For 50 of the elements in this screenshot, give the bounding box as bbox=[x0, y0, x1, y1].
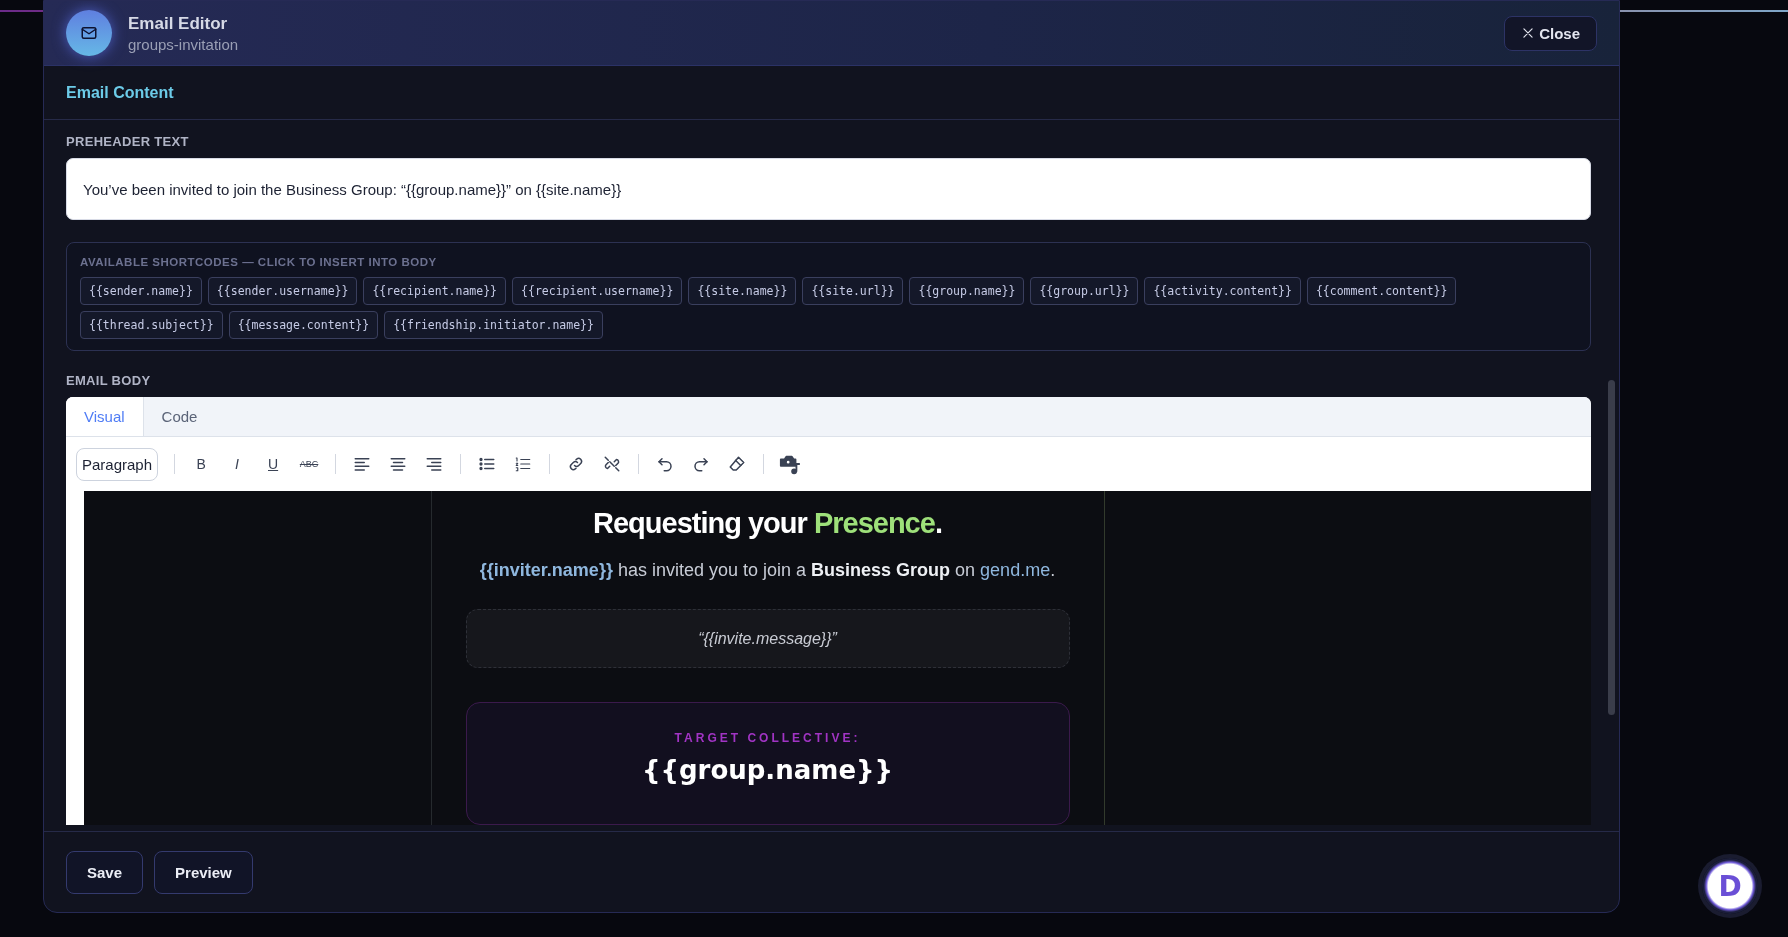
shortcode-chip[interactable]: {{sender.name}} bbox=[80, 277, 202, 305]
shortcodes-title: AVAILABLE SHORTCODES — CLICK TO INSERT INTO BODY bbox=[80, 256, 438, 268]
invite-message-box: “{{invite.message}}” bbox=[465, 609, 1070, 669]
align-right-icon bbox=[425, 455, 444, 473]
underline-button[interactable]: U bbox=[257, 448, 290, 480]
footer-button[interactable]: Preview bbox=[154, 850, 253, 894]
preheader-input[interactable]: You’ve been invited to join the Business Group: “{{group.name}}” on {{site.name}} bbox=[66, 158, 1591, 220]
shortcode-chip[interactable]: {{thread.subject}} bbox=[80, 311, 223, 339]
site-link[interactable]: gend.me bbox=[980, 560, 1051, 580]
target-label: TARGET COLLECTIVE: bbox=[674, 731, 861, 746]
field-label: PREHEADER TEXT bbox=[66, 134, 190, 149]
close-icon bbox=[1521, 26, 1536, 40]
shortcode-chip[interactable]: {{message.content}} bbox=[228, 311, 379, 339]
shortcode-chip[interactable]: {{site.url}} bbox=[802, 277, 904, 305]
shortcode-chip[interactable]: {{comment.content}} bbox=[1306, 277, 1457, 305]
strike-button[interactable]: ABC bbox=[293, 448, 326, 480]
italic-button[interactable]: I bbox=[221, 448, 254, 480]
field-label: EMAIL BODY bbox=[66, 373, 152, 388]
align-center-icon bbox=[389, 455, 408, 473]
email-heading: Requesting your Presence. bbox=[593, 507, 942, 540]
footer-button[interactable]: Save bbox=[66, 850, 144, 894]
shortcode-chip[interactable]: {{group.name}} bbox=[909, 277, 1025, 305]
block-format-dropdown[interactable]: Paragraph bbox=[76, 447, 159, 481]
numbered-list-icon bbox=[514, 455, 533, 473]
dialog-title: Email Editor bbox=[128, 13, 229, 34]
camera-music-icon bbox=[779, 453, 802, 475]
shortcode-chip[interactable]: {{recipient.name}} bbox=[363, 277, 507, 305]
close-button[interactable]: Close bbox=[1504, 15, 1597, 51]
unlink-icon bbox=[603, 455, 622, 473]
group-name: {{group.name}} bbox=[641, 755, 894, 786]
bullet-list-icon bbox=[478, 455, 497, 473]
redo-icon bbox=[692, 455, 711, 473]
assistant-badge[interactable]: D bbox=[1702, 858, 1758, 914]
editor-tab[interactable]: Code bbox=[143, 397, 216, 436]
shortcode-chip[interactable]: {{group.url}} bbox=[1030, 277, 1139, 305]
shortcode-chip[interactable]: {{recipient.username}} bbox=[512, 277, 683, 305]
template-name: groups-invitation bbox=[128, 35, 240, 53]
shortcode-chip[interactable]: {{sender.username}} bbox=[207, 277, 358, 305]
align-left-icon bbox=[353, 455, 372, 473]
editor-tab[interactable]: Visual bbox=[66, 397, 144, 436]
undo-icon bbox=[656, 455, 675, 473]
shortcode-chip[interactable]: {{site.name}} bbox=[688, 277, 797, 305]
eraser-icon bbox=[728, 455, 747, 473]
section-title: Email Content bbox=[66, 83, 174, 102]
envelope-icon bbox=[80, 24, 98, 42]
scrollbar-thumb[interactable] bbox=[1608, 380, 1615, 715]
shortcode-chip[interactable]: {{friendship.initiator.name}} bbox=[384, 311, 603, 339]
bold-button[interactable]: B bbox=[185, 448, 218, 480]
invitation-text: {{inviter.name}} has invited you to join a Business Group on gend.me. bbox=[479, 560, 1056, 581]
shortcode-chip[interactable]: {{activity.content}} bbox=[1144, 277, 1301, 305]
